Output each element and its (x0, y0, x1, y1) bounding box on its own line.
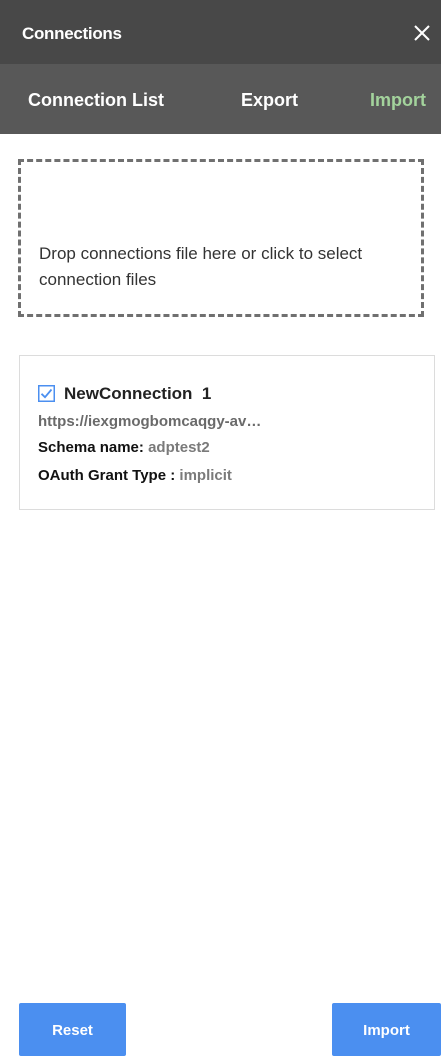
panel-title: Connections (22, 24, 122, 43)
connection-url: https://iexgmogbomcaqgy-av… (38, 413, 262, 430)
dropzone-text: Drop connections file here or click to s… (39, 244, 363, 289)
schema-label: Schema name: (38, 439, 144, 456)
schema-row: Schema name: adptest2 (38, 439, 210, 456)
oauth-row: OAuth Grant Type : implicit (38, 467, 232, 484)
oauth-label: OAuth Grant Type : (38, 467, 176, 484)
tab-export[interactable]: Export (241, 90, 298, 111)
tab-bar: Connection List Export Import (0, 64, 441, 134)
oauth-value: implicit (179, 467, 232, 484)
close-icon[interactable] (411, 22, 433, 44)
schema-value: adptest2 (148, 439, 210, 456)
connection-checkbox[interactable] (38, 385, 55, 402)
checkbox-checked-icon (38, 385, 55, 402)
import-button[interactable]: Import (332, 1003, 441, 1056)
tab-import[interactable]: Import (370, 90, 426, 111)
reset-button[interactable]: Reset (19, 1003, 126, 1056)
connection-card: NewConnection 1 https://iexgmogbomcaqgy-… (19, 355, 435, 510)
tab-connection-list[interactable]: Connection List (28, 90, 164, 111)
file-dropzone[interactable]: Drop connections file here or click to s… (18, 159, 424, 317)
connection-name: NewConnection 1 (64, 384, 212, 403)
title-bar: Connections (0, 0, 441, 64)
